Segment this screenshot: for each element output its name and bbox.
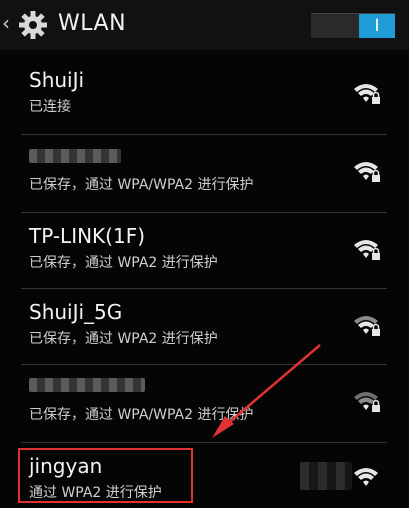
wifi-signal-lock-icon <box>354 162 380 182</box>
wifi-signal-lock-icon <box>354 240 380 260</box>
network-name: TP-LINK(1F) <box>29 224 146 248</box>
network-item[interactable]: ShuiJi_5G 已保存，通过 WPA2 进行保护 <box>0 290 409 364</box>
wlan-toggle-knob[interactable]: I <box>359 14 395 38</box>
network-name: ShuiJi_5G <box>29 300 123 324</box>
settings-gear-icon[interactable] <box>17 9 49 41</box>
wlan-settings-screen: ‹ WLAN I ShuiJi 已连接 已保存，通过 WPA/WPA2 进行保护… <box>0 0 409 508</box>
wifi-signal-lock-icon <box>354 468 378 486</box>
network-item[interactable]: 已保存，通过 WPA/WPA2 进行保护 <box>0 366 409 442</box>
redacted-area <box>300 462 352 490</box>
redacted-network-name <box>29 149 121 163</box>
network-status: 已保存，通过 WPA2 进行保护 <box>29 331 218 347</box>
divider <box>21 364 387 365</box>
network-item[interactable]: TP-LINK(1F) 已保存，通过 WPA2 进行保护 <box>0 214 409 288</box>
network-status: 已连接 <box>29 99 71 115</box>
network-status: 已保存，通过 WPA2 进行保护 <box>29 255 218 271</box>
wlan-toggle[interactable]: I <box>311 13 395 38</box>
network-status: 已保存，通过 WPA/WPA2 进行保护 <box>29 177 254 193</box>
action-bar: ‹ WLAN I <box>0 0 409 50</box>
back-chevron-icon[interactable]: ‹ <box>2 11 10 35</box>
divider <box>21 134 387 135</box>
divider <box>21 442 387 443</box>
redacted-network-name <box>29 378 145 392</box>
highlight-box <box>18 448 193 503</box>
network-name: ShuiJi <box>29 68 85 92</box>
network-item[interactable]: 已保存，通过 WPA/WPA2 进行保护 <box>0 136 409 212</box>
wifi-signal-lock-icon <box>354 84 380 104</box>
wifi-signal-lock-icon <box>354 392 380 412</box>
network-status: 已保存，通过 WPA/WPA2 进行保护 <box>29 407 254 423</box>
divider <box>21 288 387 289</box>
network-item[interactable]: ShuiJi 已连接 <box>0 58 409 128</box>
wifi-signal-lock-icon <box>354 316 380 336</box>
page-title: WLAN <box>58 11 127 36</box>
divider <box>21 212 387 213</box>
